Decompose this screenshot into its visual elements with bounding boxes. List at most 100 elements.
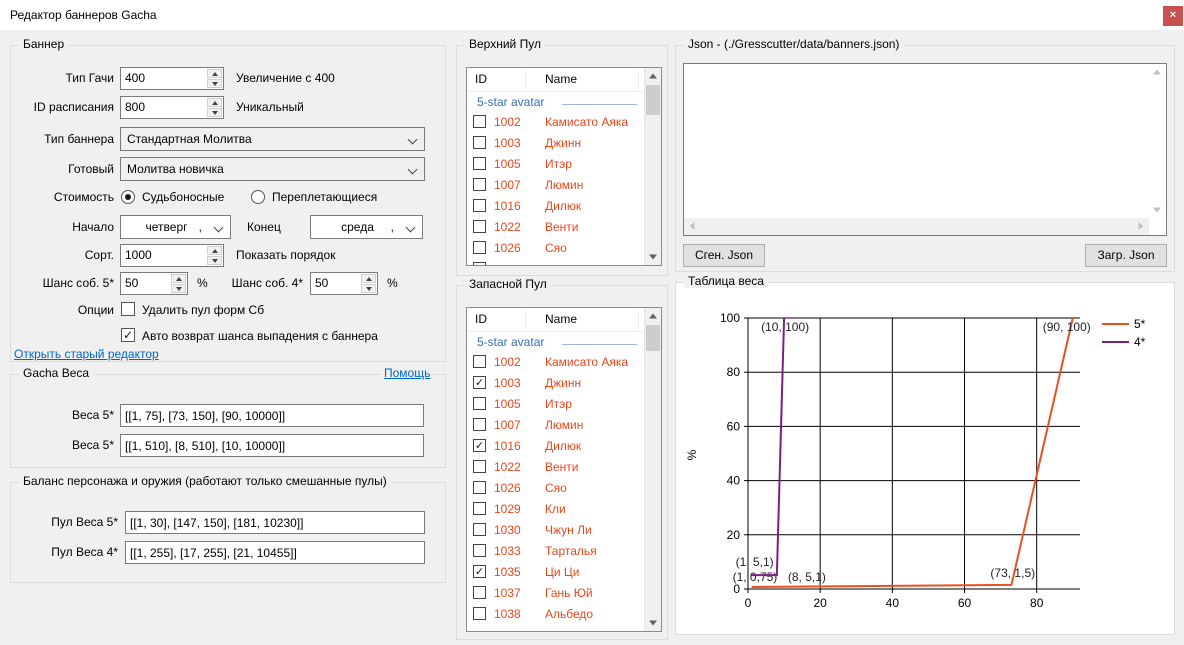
item-checkbox[interactable] xyxy=(473,355,486,368)
json-horizontal-scrollbar[interactable] xyxy=(684,218,1149,235)
start-day-select[interactable]: четверг , xyxy=(120,215,231,239)
pool-item-row[interactable]: 1026Сяо xyxy=(467,238,661,259)
pool-item-row[interactable]: 1030Чжун Ли xyxy=(467,520,661,541)
json-textarea[interactable] xyxy=(683,63,1167,236)
spin-up-icon[interactable] xyxy=(207,98,222,107)
schedule-id-stepper[interactable]: 800 xyxy=(120,96,224,119)
item-checkbox[interactable]: ✓ xyxy=(473,565,486,578)
pool-item-row[interactable]: 1005Итэр xyxy=(467,154,661,175)
pool-item-row[interactable]: 1038Альбедо xyxy=(467,604,661,625)
pool-item-row[interactable]: 1007Люмин xyxy=(467,175,661,196)
cost-radio-fate[interactable] xyxy=(121,190,135,204)
json-vertical-scrollbar[interactable] xyxy=(1149,64,1166,218)
reserve-pool-list[interactable]: ID Name 5-star avatar 1002Камисато Аяка✓… xyxy=(466,307,662,632)
scroll-up-icon[interactable] xyxy=(645,68,661,84)
item-checkbox[interactable]: ✓ xyxy=(473,439,486,452)
auto-return-checkbox[interactable] xyxy=(121,328,135,342)
item-checkbox[interactable] xyxy=(473,523,486,536)
cost-radio-intertwined[interactable] xyxy=(251,190,265,204)
column-header-id[interactable]: ID xyxy=(475,72,487,86)
item-checkbox[interactable] xyxy=(473,199,486,212)
pool-item-row[interactable]: 1033Тарталья xyxy=(467,541,661,562)
pool-item-row[interactable]: 1003Джинн xyxy=(467,133,661,154)
scroll-thumb[interactable] xyxy=(646,325,660,351)
delete-pool-label: Удалить пул форм Сб xyxy=(142,300,264,320)
spin-down-icon[interactable] xyxy=(207,108,222,117)
reserve-pool-scrollbar[interactable] xyxy=(644,308,661,631)
spin-down-icon[interactable] xyxy=(207,256,222,265)
spin-up-icon[interactable] xyxy=(361,274,376,283)
item-checkbox[interactable] xyxy=(473,178,486,191)
pool-item-row[interactable]: ✓1016Дилюк xyxy=(467,436,661,457)
item-checkbox[interactable] xyxy=(473,241,486,254)
column-header-id[interactable]: ID xyxy=(475,312,487,326)
pool-weights4-input[interactable] xyxy=(125,541,425,564)
item-checkbox[interactable] xyxy=(473,481,486,494)
pool-item-row[interactable]: 1022Венти xyxy=(467,457,661,478)
pool-weights5-input[interactable] xyxy=(125,511,425,534)
pool-item-row[interactable]: 1037Гань Юй xyxy=(467,583,661,604)
item-name: Гань Юй xyxy=(545,586,593,600)
scroll-down-icon[interactable] xyxy=(645,615,661,631)
spin-down-icon[interactable] xyxy=(207,79,222,88)
item-checkbox[interactable] xyxy=(473,586,486,599)
close-icon[interactable]: × xyxy=(1163,6,1183,26)
prefab-select[interactable]: Молитва новичка xyxy=(120,157,425,181)
spin-up-icon[interactable] xyxy=(207,69,222,78)
item-checkbox[interactable] xyxy=(473,115,486,128)
item-checkbox[interactable] xyxy=(473,136,486,149)
column-header-name[interactable]: Name xyxy=(545,312,577,326)
scroll-down-icon[interactable] xyxy=(645,249,661,265)
generate-json-button[interactable]: Сген. Json xyxy=(683,244,765,267)
item-checkbox[interactable]: ✓ xyxy=(473,376,486,389)
item-checkbox[interactable] xyxy=(473,607,486,620)
chance4-stepper[interactable]: 50 xyxy=(310,272,378,295)
weights5-input[interactable] xyxy=(120,404,424,427)
item-checkbox[interactable] xyxy=(473,397,486,410)
upper-pool-scrollbar[interactable] xyxy=(644,68,661,265)
upper-pool-list[interactable]: ID Name 5-star avatar 1002Камисато Аяка1… xyxy=(466,67,662,266)
item-checkbox[interactable] xyxy=(473,502,486,515)
spin-down-icon[interactable] xyxy=(171,284,186,293)
spin-up-icon[interactable] xyxy=(171,274,186,283)
item-id: 1016 xyxy=(494,199,521,213)
pool-item-row[interactable]: 1007Люмин xyxy=(467,415,661,436)
weights4-input[interactable] xyxy=(120,434,424,457)
pool-item-row[interactable]: 1016Дилюк xyxy=(467,196,661,217)
pool-item-row[interactable]: 1002Камисато Аяка xyxy=(467,352,661,373)
scroll-down-icon[interactable] xyxy=(1149,202,1165,218)
pool-item-row[interactable]: 1022Венти xyxy=(467,217,661,238)
gacha-type-value: 400 xyxy=(125,68,145,89)
open-old-editor-link[interactable]: Открыть старый редактор xyxy=(14,347,159,361)
pool-item-row[interactable]: ✓1035Ци Ци xyxy=(467,562,661,583)
scroll-thumb[interactable] xyxy=(646,85,660,115)
end-day-select[interactable]: среда , xyxy=(310,215,423,239)
pool-item-row[interactable]: 1029Кли xyxy=(467,499,661,520)
banner-type-value: Стандартная Молитва xyxy=(127,132,252,146)
column-header-name[interactable]: Name xyxy=(545,72,577,86)
gacha-type-stepper[interactable]: 400 xyxy=(120,67,224,90)
pool-item-row[interactable]: 1002Камисато Аяка xyxy=(467,112,661,133)
scroll-left-icon[interactable] xyxy=(684,218,700,234)
scroll-right-icon[interactable] xyxy=(1133,218,1149,234)
scroll-up-icon[interactable] xyxy=(645,308,661,324)
list-group-header: 5-star avatar xyxy=(467,332,661,352)
item-checkbox[interactable] xyxy=(473,220,486,233)
item-checkbox[interactable] xyxy=(473,544,486,557)
clipped-row xyxy=(467,259,661,266)
delete-pool-checkbox[interactable] xyxy=(121,302,135,316)
chance5-stepper[interactable]: 50 xyxy=(120,272,188,295)
load-json-button[interactable]: Загр. Json xyxy=(1085,244,1167,267)
item-checkbox[interactable] xyxy=(473,157,486,170)
banner-type-select[interactable]: Стандартная Молитва xyxy=(120,127,425,151)
item-checkbox[interactable] xyxy=(473,460,486,473)
item-checkbox[interactable] xyxy=(473,418,486,431)
pool-item-row[interactable]: 1005Итэр xyxy=(467,394,661,415)
scroll-up-icon[interactable] xyxy=(1149,64,1165,80)
sort-stepper[interactable]: 1000 xyxy=(120,244,224,267)
pool-item-row[interactable]: ✓1003Джинн xyxy=(467,373,661,394)
pool-item-row[interactable]: 1026Сяо xyxy=(467,478,661,499)
spin-up-icon[interactable] xyxy=(207,246,222,255)
spin-down-icon[interactable] xyxy=(361,284,376,293)
help-link[interactable]: Помощь xyxy=(381,366,433,380)
